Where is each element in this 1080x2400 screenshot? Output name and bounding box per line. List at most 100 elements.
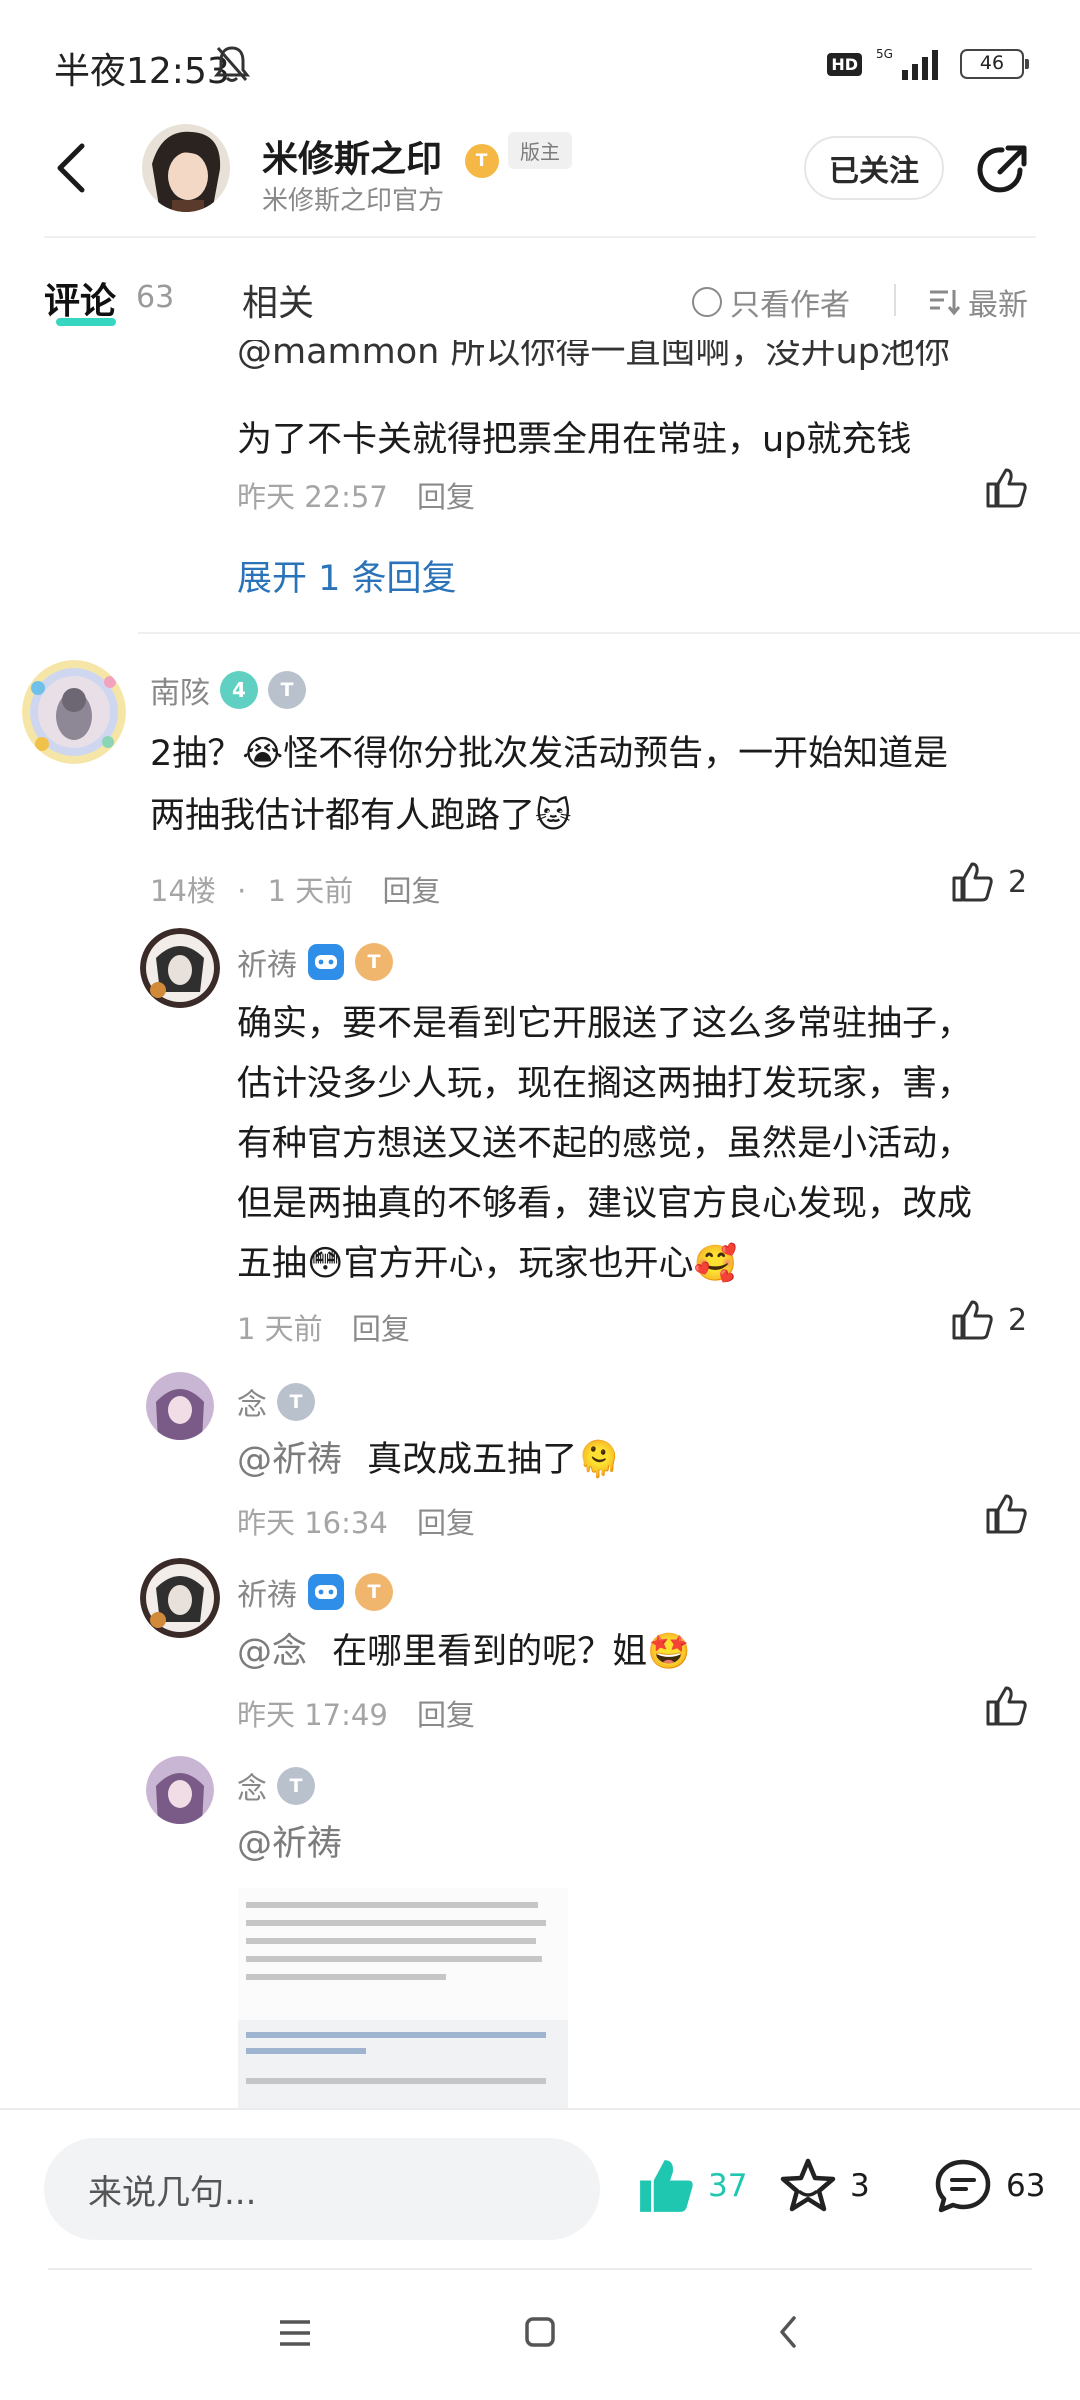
- comments-button[interactable]: 63: [932, 2156, 1045, 2216]
- username[interactable]: 祈祷: [237, 1570, 297, 1614]
- moderator-tag: 版主: [508, 132, 572, 169]
- avatar[interactable]: [146, 1756, 214, 1824]
- reply-button[interactable]: 回复: [382, 874, 440, 908]
- like-group[interactable]: 2: [950, 1298, 1027, 1342]
- back-nav-icon[interactable]: [776, 2314, 800, 2350]
- reply-image[interactable]: [238, 1888, 568, 2108]
- only-author-label: 只看作者: [730, 288, 850, 323]
- like-count: 2: [1008, 1302, 1028, 1338]
- level-badge: 4: [220, 671, 258, 709]
- reply-time: 昨天 16:34: [237, 1506, 388, 1540]
- hd-icon: HD: [827, 52, 862, 76]
- tier-badge: T: [277, 1383, 315, 1421]
- like-post-button[interactable]: 37: [636, 2156, 747, 2216]
- comment-input[interactable]: 来说几句...: [44, 2138, 600, 2240]
- thumbs-up-icon[interactable]: [984, 1684, 1028, 1728]
- reply-user-row: 祈祷 T: [237, 1570, 393, 1614]
- reply-button[interactable]: 回复: [417, 1698, 475, 1732]
- username[interactable]: 念: [237, 1764, 267, 1808]
- meta-dot: ·: [237, 874, 247, 908]
- reply-meta: 昨天 17:49 回复: [237, 1692, 475, 1734]
- status-icons: HD 5G 46: [827, 46, 1029, 82]
- reply-text: @祈祷: [237, 1816, 342, 1872]
- screenshot-thumbnail: [238, 1888, 568, 2108]
- reply-text-line: 但是两抽真的不够看，建议官方良心发现，改成: [237, 1184, 973, 1224]
- gamepad-badge-icon: [308, 944, 344, 980]
- reply-text-line: 确实，要不是看到它开服送了这么多常驻抽子，: [237, 1004, 973, 1044]
- username[interactable]: 南陔: [150, 668, 210, 712]
- forum-subtitle: 米修斯之印官方: [262, 186, 445, 216]
- avatar[interactable]: [140, 1558, 220, 1638]
- thumbs-up-icon[interactable]: [984, 466, 1028, 510]
- tier-badge: T: [277, 1767, 315, 1805]
- home-icon[interactable]: [524, 2316, 556, 2348]
- like-count: 2: [1008, 864, 1028, 900]
- thumbs-up-icon[interactable]: [950, 860, 994, 904]
- forum-avatar[interactable]: [142, 124, 230, 212]
- reply-button[interactable]: 回复: [417, 480, 475, 514]
- comment-time: 1 天前: [267, 874, 354, 908]
- reply-meta: 1 天前 回复: [237, 1306, 410, 1348]
- favorite-button[interactable]: 3: [778, 2156, 870, 2216]
- reply-button[interactable]: 回复: [352, 1312, 410, 1346]
- tier-badge: T: [355, 943, 393, 981]
- status-time: 半夜12:53: [54, 51, 230, 92]
- mention[interactable]: @念: [237, 1632, 307, 1672]
- thumbs-up-icon[interactable]: [984, 1492, 1028, 1536]
- reply-text-line2: 为了不卡关就得把票全用在常驻，up就充钱: [237, 420, 912, 460]
- comment-text-line2: 两抽我估计都有人跑路了🐱: [150, 796, 572, 836]
- only-author-toggle[interactable]: 只看作者: [692, 280, 850, 324]
- sort-icon: [930, 290, 960, 316]
- tab-related[interactable]: 相关: [242, 274, 314, 326]
- battery-icon: 46: [960, 49, 1029, 79]
- expand-replies-link[interactable]: 展开 1 条回复: [237, 550, 457, 601]
- reply-time: 昨天 17:49: [237, 1698, 388, 1732]
- sort-toggle[interactable]: 最新: [928, 280, 1028, 324]
- menu-icon[interactable]: [278, 2318, 312, 2348]
- reply-time: 1 天前: [237, 1312, 323, 1346]
- forum-title-text: 米修斯之印: [262, 139, 443, 180]
- post-like-count: 37: [708, 2168, 748, 2204]
- star-icon: [780, 2158, 836, 2212]
- tab-separator: [894, 284, 896, 316]
- tier-badge: T: [355, 1573, 393, 1611]
- reply-text-line1: @mammon 所以你得一直囤啊，没开up池你: [237, 340, 950, 372]
- mention[interactable]: @祈祷: [237, 1440, 342, 1480]
- avatar[interactable]: [140, 928, 220, 1008]
- reply-text-line: 估计没多少人玩，现在搁这两抽打发玩家，害，: [237, 1064, 973, 1104]
- tab-active-indicator: [56, 318, 116, 326]
- floor-number: 14楼: [150, 874, 216, 908]
- username[interactable]: 祈祷: [237, 940, 297, 984]
- comments-count-bottom: 63: [1006, 2168, 1046, 2204]
- thumbs-up-filled-icon: [640, 2160, 693, 2212]
- gamepad-badge-icon: [308, 1574, 344, 1610]
- nav-divider: [48, 2268, 1032, 2270]
- avatar[interactable]: [146, 1372, 214, 1440]
- thumbs-up-icon[interactable]: [950, 1298, 994, 1342]
- avatar[interactable]: [22, 660, 126, 764]
- bell-muted-icon: [214, 46, 250, 82]
- back-arrow-icon[interactable]: [52, 140, 92, 196]
- share-icon[interactable]: [972, 140, 1032, 200]
- follow-button[interactable]: 已关注: [804, 136, 944, 200]
- reply-text-line: 有种官方想送又送不起的感觉，虽然是小活动，: [237, 1124, 973, 1164]
- reply-text: @祈祷 真改成五抽了🫠: [237, 1432, 621, 1488]
- radio-icon: [692, 287, 722, 317]
- reply-user-row: 念 T: [237, 1764, 315, 1808]
- comment-separator: [138, 632, 1080, 634]
- sort-label: 最新: [968, 288, 1028, 323]
- partial-clip: @mammon 所以你得一直囤啊，没开up池你: [0, 340, 1080, 396]
- tab-comments[interactable]: 评论: [44, 272, 116, 324]
- mention[interactable]: @祈祷: [237, 1824, 342, 1864]
- forum-title: 米修斯之印 T: [262, 130, 499, 182]
- reply-button[interactable]: 回复: [417, 1506, 475, 1540]
- bottom-bar-divider: [0, 2108, 1080, 2110]
- status-bar: 半夜12:53 HD 5G 46: [0, 0, 1080, 130]
- username[interactable]: 念: [237, 1380, 267, 1424]
- reply-time: 昨天 22:57: [237, 480, 388, 514]
- like-group[interactable]: 2: [950, 860, 1027, 904]
- reply-user-row: 祈祷 T: [237, 940, 393, 984]
- partial-reply: @mammon 所以你得一直囤啊，没开up池你 为了不卡关就得把票全用在常驻，u…: [0, 340, 1080, 640]
- tier-badge: T: [268, 671, 306, 709]
- level-badge: T: [464, 144, 499, 178]
